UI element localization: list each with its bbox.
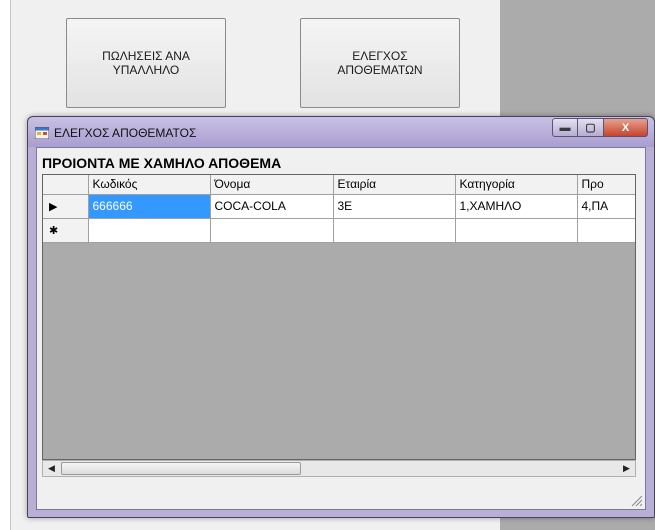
table-cell[interactable]: 4,ΠΑ — [577, 194, 635, 219]
maximize-button[interactable]: ▢ — [578, 118, 604, 137]
window-title: ΕΛΕΓΧΟΣ ΑΠΟΘΕΜΑΤΟΣ — [54, 126, 197, 140]
sales-per-employee-button[interactable]: ΠΩΛΗΣΕΙΣ ΑΝΑ ΥΠΑΛΛΗΛΟ — [66, 18, 226, 108]
window-titlebar[interactable]: ΕΛΕΓΧΟΣ ΑΠΟΘΕΜΑΤΟΣ ▬ ▢ X — [28, 117, 654, 147]
column-header-code[interactable]: Κωδικός — [88, 175, 211, 195]
form-icon — [35, 127, 49, 139]
current-row-indicator-icon[interactable]: ▶ — [43, 194, 89, 219]
table-cell[interactable]: 3E — [333, 194, 456, 219]
grid-table: Κωδικός Όνομα Εταιρία Κατηγορία Προ ▶ 66… — [43, 175, 635, 243]
section-label: ΠΡΟΙΟΝΤΑ ΜΕ ΧΑΜΗΛΟ ΑΠΟΘΕΜΑ — [42, 155, 282, 171]
caption-buttons: ▬ ▢ X — [552, 118, 648, 137]
corner-header[interactable] — [43, 175, 89, 195]
scroll-thumb[interactable] — [61, 462, 301, 475]
column-header-company[interactable]: Εταιρία — [333, 175, 456, 195]
table-cell[interactable]: 1,ΧΑΜΗΛΟ — [455, 194, 578, 219]
table-row[interactable]: ▶ 666666 COCA-COLA 3E 1,ΧΑΜΗΛΟ 4,ΠΑ — [43, 194, 635, 219]
table-cell[interactable]: COCA-COLA — [210, 194, 334, 219]
window-client-area: ΠΡΟΙΟΝΤΑ ΜΕ ΧΑΜΗΛΟ ΑΠΟΘΕΜΑ Κωδικός Όνομα — [36, 147, 646, 510]
stock-check-button[interactable]: ΕΛΕΓΧΟΣ ΑΠΟΘΕΜΑΤΩΝ — [300, 18, 460, 108]
column-header-name[interactable]: Όνομα — [210, 175, 334, 195]
close-button[interactable]: X — [604, 118, 648, 137]
horizontal-scrollbar[interactable]: ◀ ▶ — [42, 460, 636, 477]
scroll-left-icon[interactable]: ◀ — [43, 461, 60, 476]
table-cell[interactable] — [210, 218, 334, 243]
new-row-indicator-icon[interactable]: ✱ — [43, 218, 89, 243]
column-header-category[interactable]: Κατηγορία — [455, 175, 578, 195]
table-cell[interactable] — [88, 218, 211, 243]
resize-grip-icon[interactable] — [629, 493, 643, 507]
new-row[interactable]: ✱ — [43, 218, 635, 243]
scroll-right-icon[interactable]: ▶ — [618, 461, 635, 476]
grid-header-row: Κωδικός Όνομα Εταιρία Κατηγορία Προ — [43, 175, 635, 195]
table-cell[interactable] — [333, 218, 456, 243]
stock-datagrid[interactable]: Κωδικός Όνομα Εταιρία Κατηγορία Προ ▶ 66… — [42, 174, 636, 460]
table-cell[interactable] — [577, 218, 635, 243]
minimize-button[interactable]: ▬ — [552, 118, 578, 137]
column-header-truncated[interactable]: Προ — [577, 175, 635, 195]
table-cell[interactable]: 666666 — [88, 194, 211, 219]
table-cell[interactable] — [455, 218, 578, 243]
stock-check-window: ΕΛΕΓΧΟΣ ΑΠΟΘΕΜΑΤΟΣ ▬ ▢ X ΠΡΟΙΟΝΤΑ ΜΕ ΧΑΜ… — [27, 116, 655, 518]
